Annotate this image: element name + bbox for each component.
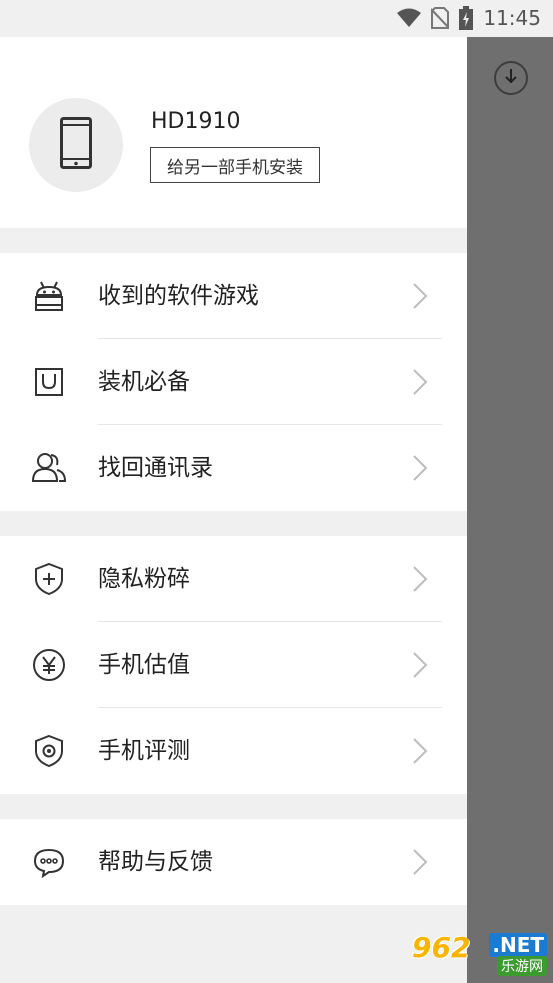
device-name: HD1910 [151,109,241,134]
chevron-right-icon [408,281,432,311]
wifi-icon [397,8,422,28]
menu-item-received-apps[interactable]: 收到的软件游戏 [0,253,467,339]
menu-item-privacy-shred[interactable]: 隐私粉碎 [0,536,467,622]
shield-eye-icon [31,733,67,769]
menu-item-essential-apps[interactable]: 装机必备 [0,339,467,425]
navigation-drawer: HD1910 给另一部手机安装 收到的软件游戏 装机必备 找回通讯录 隐私粉碎 … [0,37,467,983]
chevron-right-icon [408,847,432,877]
avatar [29,98,123,192]
menu-item-phone-valuation[interactable]: 手机估值 [0,622,467,708]
android-icon [31,278,67,314]
install-another-phone-button[interactable]: 给另一部手机安装 [150,147,320,183]
chevron-right-icon [408,367,432,397]
download-icon [503,67,519,89]
menu-item-label: 帮助与反馈 [98,849,213,875]
chevron-right-icon [408,650,432,680]
watermark-site-name: 乐游网 [497,956,547,976]
menu-group-2: 隐私粉碎 手机估值 手机评测 [0,536,467,794]
menu-item-recover-contacts[interactable]: 找回通讯录 [0,425,467,511]
scrim-overlay[interactable] [467,37,553,983]
yen-icon [31,647,67,683]
watermark-suffix: .NET [489,933,547,957]
menu-item-label: 收到的软件游戏 [98,283,259,309]
status-bar: 11:45 [0,0,553,37]
menu-item-label: 装机必备 [98,369,190,395]
profile-card: HD1910 给另一部手机安装 [0,37,467,228]
shield-plus-icon [31,561,67,597]
contacts-icon [31,450,67,486]
menu-item-help-feedback[interactable]: 帮助与反馈 [0,819,467,905]
menu-group-3: 帮助与反馈 [0,819,467,905]
status-icons: 11:45 [397,5,541,31]
shopping-bag-icon [31,364,67,400]
menu-item-label: 手机估值 [98,652,190,678]
watermark-number: 962 [412,931,471,964]
phone-icon [60,117,92,173]
chevron-right-icon [408,453,432,483]
chevron-right-icon [408,736,432,766]
battery-charging-icon [459,6,474,30]
menu-item-phone-evaluation[interactable]: 手机评测 [0,708,467,794]
menu-item-label: 隐私粉碎 [98,566,190,592]
no-sim-icon [431,7,450,29]
menu-item-label: 手机评测 [98,738,190,764]
menu-item-label: 找回通讯录 [98,455,213,481]
site-watermark: 962 .NET 乐游网 [412,931,547,977]
chevron-right-icon [408,564,432,594]
status-time: 11:45 [483,6,541,30]
chat-bubble-icon [31,844,67,880]
download-button[interactable] [494,61,528,95]
menu-group-1: 收到的软件游戏 装机必备 找回通讯录 [0,253,467,511]
